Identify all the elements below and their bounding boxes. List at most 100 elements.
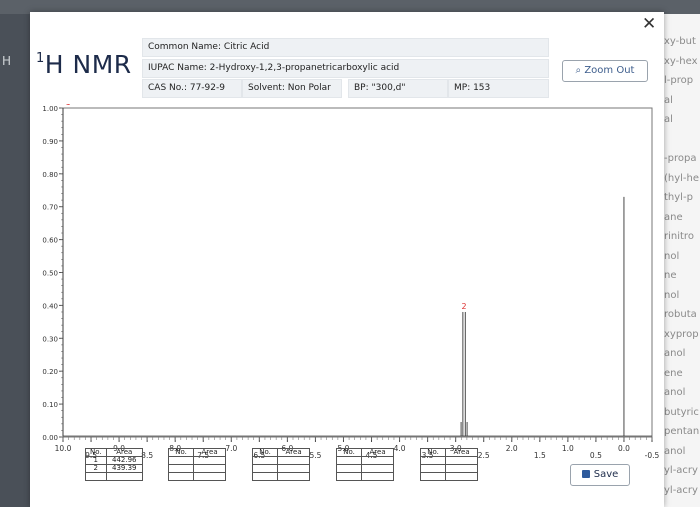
integration-table-cell <box>277 456 310 465</box>
integration-table-cell: 2 <box>85 464 107 473</box>
integration-table-cell <box>361 456 394 465</box>
background-list-item: yl-acry <box>664 465 698 476</box>
y-tick-label: 0.70 <box>42 204 58 212</box>
nmr-spectrum-chart[interactable]: 0.00 0.10 0.20 0.30 0.40 0.50 0.60 0.70 0.80 0.90… <box>30 98 664 480</box>
background-list-item: xy-hex <box>664 55 698 67</box>
integration-table-cell <box>251 464 279 473</box>
integration-table-header: No. <box>335 448 363 457</box>
background-list-item: anol <box>664 348 686 359</box>
integration-table-cell <box>193 464 226 473</box>
integration-table-cell <box>251 456 279 465</box>
close-icon[interactable]: ✕ <box>642 14 656 34</box>
integration-table-cell: 439.39 <box>105 464 144 473</box>
table-row <box>335 472 394 481</box>
x-tick-label: 4.0 <box>394 444 406 453</box>
x-tick-label: 2.5 <box>478 451 490 460</box>
background-compound-list: xy-but xy-hex l-prop al al -propa (hyl-he thyl-… <box>664 14 700 507</box>
cas-field: CAS No.: 77-92-9 <box>142 79 242 98</box>
table-row <box>167 464 226 473</box>
y-tick-label: 0.00 <box>42 434 58 442</box>
y-tick-label: 0.20 <box>42 368 58 376</box>
integration-table: No. Area <box>419 448 478 481</box>
save-button[interactable]: Save <box>570 464 630 486</box>
integration-table-cell <box>193 456 226 465</box>
y-tick-label: 0.60 <box>42 237 58 245</box>
background-list-item: al <box>664 114 673 125</box>
integration-table-cell <box>335 472 363 481</box>
x-tick-label: 1.0 <box>562 444 574 453</box>
integration-table-cell <box>361 464 394 473</box>
table-row <box>419 472 478 481</box>
table-row <box>335 456 394 465</box>
background-list-item: butyric <box>664 406 699 418</box>
background-list-item: anol <box>664 387 686 398</box>
save-label: Save <box>593 469 619 480</box>
nmr-dialog: ✕ 1H NMR Common Name: Citric Acid IUPAC … <box>30 12 664 507</box>
table-row <box>85 472 144 481</box>
background-list-item: (hyl-he <box>664 172 700 184</box>
integration-table: No. Area <box>335 448 394 481</box>
y-tick-label: 0.50 <box>42 270 58 278</box>
y-tick-label: 0.90 <box>42 138 58 146</box>
x-tick-label: 1.5 <box>534 451 546 460</box>
table-row <box>335 464 394 473</box>
background-left-panel: H <box>0 14 30 507</box>
integration-table-cell <box>419 456 447 465</box>
background-list-item: nol <box>664 289 680 301</box>
background-list-item: al <box>664 94 673 106</box>
solvent-field: Solvent: Non Polar <box>242 79 342 98</box>
table-row <box>419 456 478 465</box>
integration-table-header: Area <box>445 448 478 457</box>
integration-table-header: No. <box>419 448 447 457</box>
background-list-item: ane <box>664 211 683 223</box>
background-list-item: xy-but <box>664 36 696 47</box>
zoom-out-label: Zoom Out <box>584 65 635 76</box>
integration-table-cell <box>419 472 447 481</box>
integration-table-cell <box>419 464 447 473</box>
background-list-item: robuta <box>664 309 697 320</box>
background-list-item: l-prop <box>664 75 694 86</box>
title-superscript: 1 <box>36 50 45 66</box>
integration-table-header: No. <box>251 448 279 457</box>
integration-table: No. Area <box>167 448 226 481</box>
bp-field: BP: "300,d" <box>348 79 448 98</box>
integration-table-cell <box>445 464 478 473</box>
background-list-item: ne <box>664 270 677 281</box>
integration-table-cell <box>335 464 363 473</box>
floppy-disk-icon <box>581 470 590 478</box>
x-tick-label: 7.0 <box>225 444 237 453</box>
table-row <box>167 456 226 465</box>
integration-table-cell <box>193 472 226 481</box>
iupac-name-field: IUPAC Name: 2-Hydroxy-1,2,3-propanetrica… <box>142 59 549 78</box>
integration-table-cell <box>445 472 478 481</box>
common-name-field: Common Name: Citric Acid <box>142 38 549 57</box>
background-list-item: anol <box>664 445 686 457</box>
integration-table-cell <box>167 456 195 465</box>
zoom-out-button[interactable]: ⌕ Zoom Out <box>562 60 648 82</box>
integration-table: No. Area 1 442.96 2 439.39 <box>85 448 144 481</box>
table-row <box>251 464 310 473</box>
background-list-item: ene <box>664 367 683 379</box>
title-text: H NMR <box>44 50 132 79</box>
integration-table-header: Area <box>193 448 226 457</box>
integration-table-cell <box>277 472 310 481</box>
integration-table: No. Area <box>251 448 310 481</box>
integration-table-header: No. <box>167 448 195 457</box>
x-tick-label: 10.0 <box>55 444 72 453</box>
nmr-plot[interactable]: 0.00 0.10 0.20 0.30 0.40 0.50 0.60 0.70 0.80 0.90… <box>30 98 664 480</box>
integration-table-cell <box>361 472 394 481</box>
y-tick-label: 0.80 <box>42 171 58 179</box>
x-tick-label: 2.0 <box>506 444 518 453</box>
y-tick-label: 0.40 <box>42 302 58 310</box>
peak-label: 2 <box>462 302 467 311</box>
background-list-item: thyl-p <box>664 192 693 203</box>
y-tick-label: 1.00 <box>42 105 58 113</box>
mp-field: MP: 153 <box>448 79 549 98</box>
background-list-item: -propa <box>664 153 697 164</box>
background-list-item: xyprop <box>664 328 699 340</box>
table-row: 2 439.39 <box>85 464 144 473</box>
table-row <box>419 464 478 473</box>
background-list-item: pentan <box>664 426 700 437</box>
background-left-text: H <box>2 54 12 68</box>
peak-label: 1 <box>65 104 70 107</box>
